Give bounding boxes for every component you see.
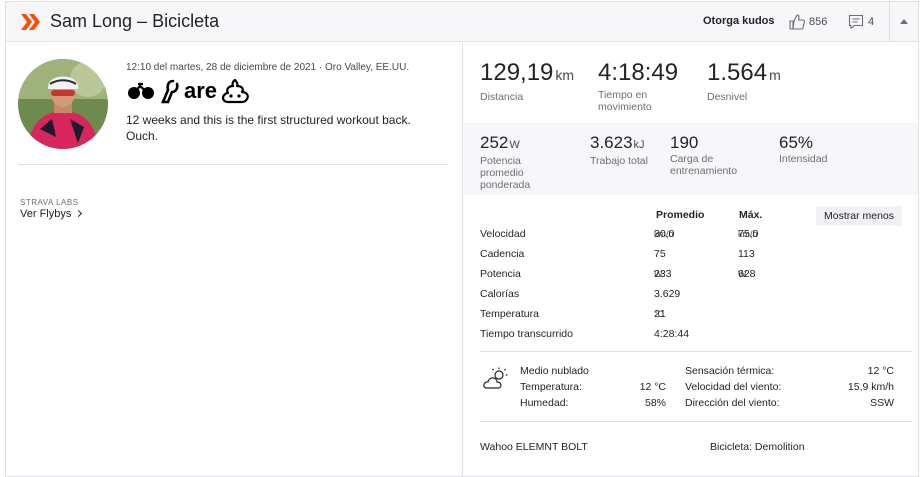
- stat-weighted-power: 252W Potencia promedio ponderada: [480, 133, 560, 191]
- weather-temp-value: 12 °C: [639, 381, 666, 393]
- activity-summary: 12:10 del martes, 28 de diciembre de 202…: [6, 43, 463, 477]
- comment-icon[interactable]: [848, 14, 864, 30]
- weather-feels-value: 12 °C: [867, 365, 894, 377]
- stat-distance-label: Distancia: [480, 91, 524, 103]
- stat-distance-unit: km: [555, 67, 575, 83]
- stat-training-load: 190 Carga de entrenamiento: [670, 133, 760, 177]
- stat-training-load-label: Carga de entrenamiento: [670, 153, 738, 177]
- table-row: Temperatura 21 °C: [480, 308, 800, 328]
- stat-elevation: 1.564 m Desnivel: [707, 59, 781, 103]
- poop-emoji-icon: [221, 78, 249, 104]
- stat-intensity: 65% Intensidad: [779, 133, 827, 165]
- page-title: Sam Long – Bicicleta: [50, 11, 220, 31]
- stat-total-work: 3.623kJ Trabajo total: [590, 133, 648, 167]
- weather-temp-label: Temperatura:: [520, 381, 582, 393]
- table-row: Cadencia 75 113: [480, 248, 755, 260]
- stat-total-work-label: Trabajo total: [590, 155, 648, 167]
- summary-divider: [18, 164, 448, 165]
- view-flybys-link[interactable]: Ver Flybys: [20, 208, 83, 220]
- activity-stats: 129,19 km Distancia 4:18:49 Tiempo en mov…: [464, 43, 918, 477]
- stat-distance-value: 129,19: [480, 59, 554, 86]
- bike-name[interactable]: Bicicleta: Demolition: [710, 441, 805, 453]
- row-average: 30,0 km/h: [654, 228, 675, 240]
- weather-divider-top: [480, 351, 912, 352]
- shoe-emoji-icon: [161, 79, 179, 104]
- strava-labs-label: STRAVA LABS: [20, 198, 79, 207]
- stat-training-load-value: 190: [670, 133, 699, 152]
- weather-divider-bottom: [480, 421, 912, 422]
- row-average: 233 W: [654, 268, 672, 280]
- stat-elevation-label: Desnivel: [707, 91, 748, 103]
- row-label: Cadencia: [480, 248, 525, 260]
- row-label: Tiempo transcurrido: [480, 328, 573, 340]
- row-label: Temperatura: [480, 308, 539, 320]
- activity-card: Sam Long – Bicicleta Otorga kudos 856 4: [5, 1, 919, 477]
- stat-total-work-value: 3.623: [590, 133, 633, 152]
- stat-intensity-value: 65%: [779, 133, 814, 152]
- stat-weighted-power-value: 252: [480, 133, 509, 152]
- table-row: Velocidad 30,0 km/h 75,0 km/h: [480, 228, 800, 248]
- row-label: Velocidad: [480, 228, 526, 240]
- view-flybys-label: Ver Flybys: [20, 208, 72, 220]
- activity-description: 12 weeks and this is the first structure…: [126, 113, 411, 143]
- stat-elevation-value: 1.564: [707, 59, 768, 86]
- activity-name-text: are: [184, 78, 218, 103]
- comment-count[interactable]: 4: [868, 16, 874, 28]
- stat-intensity-label: Intensidad: [779, 153, 828, 165]
- collapse-button[interactable]: [890, 2, 918, 42]
- row-label: Potencia: [480, 268, 521, 280]
- chevron-right-icon: [75, 209, 83, 218]
- activity-datetime-location: 12:10 del martes, 28 de diciembre de 202…: [126, 62, 410, 73]
- table-row: Tiempo transcurrido 4:28:44: [480, 328, 690, 340]
- stat-moving-time-value: 4:18:49: [598, 59, 679, 86]
- stat-elevation-unit: m: [769, 67, 781, 83]
- weather-humidity-value: 58%: [644, 397, 666, 409]
- stat-distance: 129,19 km Distancia: [480, 59, 574, 103]
- weather-wind-speed-label: Velocidad del viento:: [685, 381, 782, 393]
- strava-chevrons-icon: [21, 14, 40, 30]
- row-label: Calorías: [480, 288, 520, 300]
- table-row: Calorías 3.629: [480, 288, 681, 300]
- table-row: Potencia 233 W 628 W: [480, 268, 800, 288]
- show-less-button[interactable]: Mostrar menos: [816, 206, 903, 226]
- thumbs-up-icon[interactable]: [788, 13, 806, 31]
- weather-humidity-label: Humedad:: [520, 397, 569, 409]
- row-max: 628 W: [738, 268, 756, 280]
- activity-header: Sam Long – Bicicleta Otorga kudos 856 4: [6, 2, 918, 42]
- activity-title: are: [126, 76, 250, 106]
- device-name: Wahoo ELEMNT BOLT: [480, 441, 588, 453]
- give-kudos-button[interactable]: Otorga kudos: [703, 15, 775, 27]
- bike-emoji-icon: [128, 82, 154, 99]
- row-average: 21 °C: [654, 308, 666, 320]
- column-header-max: Máx.: [739, 209, 763, 221]
- weather-condition: Medio nublado: [520, 365, 589, 377]
- weather-wind-dir-label: Dirección del viento:: [685, 397, 780, 409]
- stat-moving-time: 4:18:49 Tiempo en movimiento: [598, 59, 688, 113]
- weather-wind-speed-value: 15,9 km/h: [847, 381, 894, 393]
- kudos-count[interactable]: 856: [809, 16, 827, 28]
- weather-wind-dir-value: SSW: [870, 397, 894, 409]
- stat-weighted-power-label: Potencia promedio ponderada: [480, 155, 531, 191]
- stat-weighted-power-unit: W: [509, 139, 520, 151]
- athlete-avatar[interactable]: [18, 59, 108, 149]
- stat-moving-time-label: Tiempo en movimiento: [598, 89, 652, 113]
- stat-total-work-unit: kJ: [633, 139, 645, 151]
- weather-feels-label: Sensación térmica:: [685, 365, 775, 377]
- partly-cloudy-icon: [483, 367, 508, 389]
- column-header-average: Promedio: [656, 209, 705, 221]
- secondary-stats: 252W Potencia promedio ponderada 3.623kJ…: [464, 123, 918, 195]
- row-max: 75,0 km/h: [738, 228, 759, 240]
